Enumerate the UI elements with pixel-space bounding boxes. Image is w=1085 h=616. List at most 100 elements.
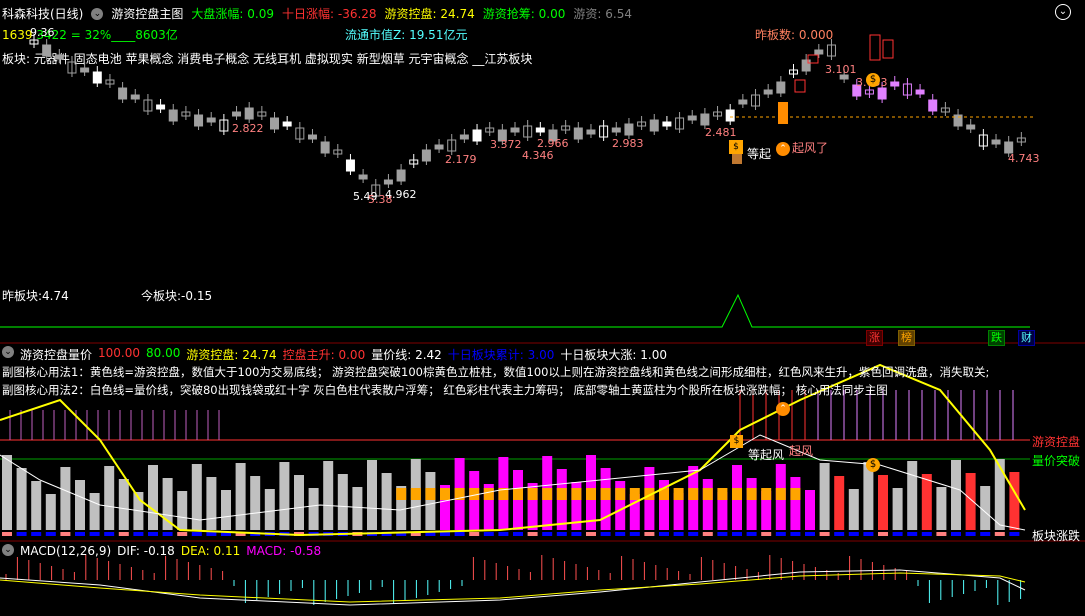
candle — [270, 117, 280, 130]
volume-bar — [279, 462, 290, 530]
tag-die[interactable]: 跌 — [988, 330, 1005, 346]
volume-bar — [921, 474, 932, 530]
price-label: 2.983 — [612, 137, 644, 150]
bankuai-bar — [454, 532, 465, 536]
candle — [42, 44, 52, 57]
bankuai-bar — [16, 532, 27, 536]
jinban-label: 今板块:-0.15 — [141, 289, 213, 303]
price-label: 9.36 — [30, 26, 55, 39]
bankuai-bar — [527, 532, 538, 536]
bankuai-bar — [775, 532, 786, 536]
candle — [510, 127, 520, 133]
candle — [573, 127, 583, 140]
volume-bar — [994, 459, 1005, 530]
macd-header: ⌄ MACD(12,26,9) DIF: -0.18 DEA: 0.11 MAC… — [2, 544, 321, 558]
bankuai-bar — [177, 532, 188, 536]
orange-cap — [425, 488, 436, 500]
orange-cap — [615, 488, 626, 500]
bankuai-bar — [31, 532, 42, 536]
bankuai-bar — [732, 532, 742, 536]
candle — [700, 113, 710, 126]
main-kline-chart[interactable] — [0, 0, 1085, 616]
orange-cap — [702, 488, 713, 500]
volume-bar — [805, 490, 815, 530]
candle — [459, 134, 469, 140]
bankuai-bar — [571, 532, 582, 536]
dea-label: DEA: — [180, 544, 210, 558]
bankuai-bar — [498, 532, 509, 536]
bankuai-bar — [936, 532, 947, 536]
sub-leiji-value: 3.00 — [527, 348, 555, 362]
sub-liangjia-label: 量价线: — [371, 348, 412, 362]
orange-cap — [542, 488, 553, 500]
bankuai-bar — [75, 532, 85, 536]
bankuai-bar — [717, 532, 728, 536]
collapse-icon[interactable]: ⌄ — [2, 346, 14, 358]
orange-cap — [688, 488, 699, 500]
orange-cap — [732, 488, 742, 500]
bankuai-bar — [673, 532, 684, 536]
tag-bang[interactable]: 榜 — [898, 330, 915, 346]
sub-panel-title[interactable]: 游资控盘量价 — [20, 346, 92, 363]
bankuai-bar — [746, 532, 757, 536]
bankuai-bar — [600, 532, 611, 536]
volume-bar — [337, 474, 348, 530]
money-icon: $ — [730, 435, 743, 448]
volume-bar — [892, 488, 903, 530]
bankuai-bar — [586, 532, 596, 536]
price-label: 3.372 — [490, 138, 522, 151]
volume-bar — [60, 467, 71, 530]
volume-bar — [381, 473, 392, 530]
bankuai-bar — [629, 532, 640, 536]
bankuai-bar — [702, 532, 713, 536]
sub-p2: 80.00 — [146, 346, 181, 360]
candle — [776, 81, 786, 94]
candle — [80, 67, 90, 73]
price-label: 3.101 — [825, 63, 857, 76]
volume-bar — [308, 488, 319, 530]
candle — [649, 119, 659, 132]
candle — [206, 117, 216, 123]
dif-label: DIF: — [117, 544, 140, 558]
volume-bar — [118, 479, 129, 530]
volume-bar — [89, 493, 100, 530]
macd-title[interactable]: MACD(12,26,9) — [20, 544, 111, 558]
bankuai-bar — [892, 532, 903, 536]
candle — [662, 121, 672, 127]
up-arrow-icon: ⌃ — [776, 142, 790, 156]
bankuai-bar — [805, 532, 815, 536]
sub-kongpan-value: 24.74 — [242, 348, 277, 362]
candle — [54, 54, 64, 60]
volume-bar — [148, 465, 158, 530]
volume-bar — [206, 477, 217, 530]
orange-cap — [571, 488, 582, 500]
orange-bar — [778, 102, 788, 124]
bankuai-bar — [2, 532, 12, 536]
bankuai-bar — [556, 532, 567, 536]
volume-bar — [31, 481, 42, 530]
dif-value: -0.18 — [143, 544, 175, 558]
volume-bar — [702, 479, 713, 530]
collapse-icon[interactable]: ⌄ — [2, 544, 14, 556]
volume-bar — [907, 461, 918, 530]
money-bag-icon: $ — [866, 458, 880, 472]
right-label-liangjia: 量价突破 — [1032, 454, 1081, 468]
tag-cai[interactable]: 财 — [1018, 330, 1035, 346]
bankuai-bar — [89, 532, 100, 536]
bankuai-bar — [965, 532, 976, 536]
bankuai-bar — [615, 532, 626, 536]
candle — [92, 71, 102, 84]
candle — [472, 129, 482, 142]
orange-cap — [600, 488, 611, 500]
bankuai-bar — [483, 532, 494, 536]
macd-value: -0.58 — [290, 544, 322, 558]
money-icon: $ — [729, 140, 743, 154]
volume-bar — [352, 487, 363, 530]
bankuai-bar — [45, 532, 56, 536]
volume-bar — [104, 466, 115, 530]
bankuai-bar — [819, 532, 830, 536]
bankuai-bar — [206, 532, 217, 536]
price-label: 2.966 — [537, 137, 569, 150]
candle — [611, 127, 621, 133]
tag-zhang[interactable]: 涨 — [866, 330, 883, 346]
